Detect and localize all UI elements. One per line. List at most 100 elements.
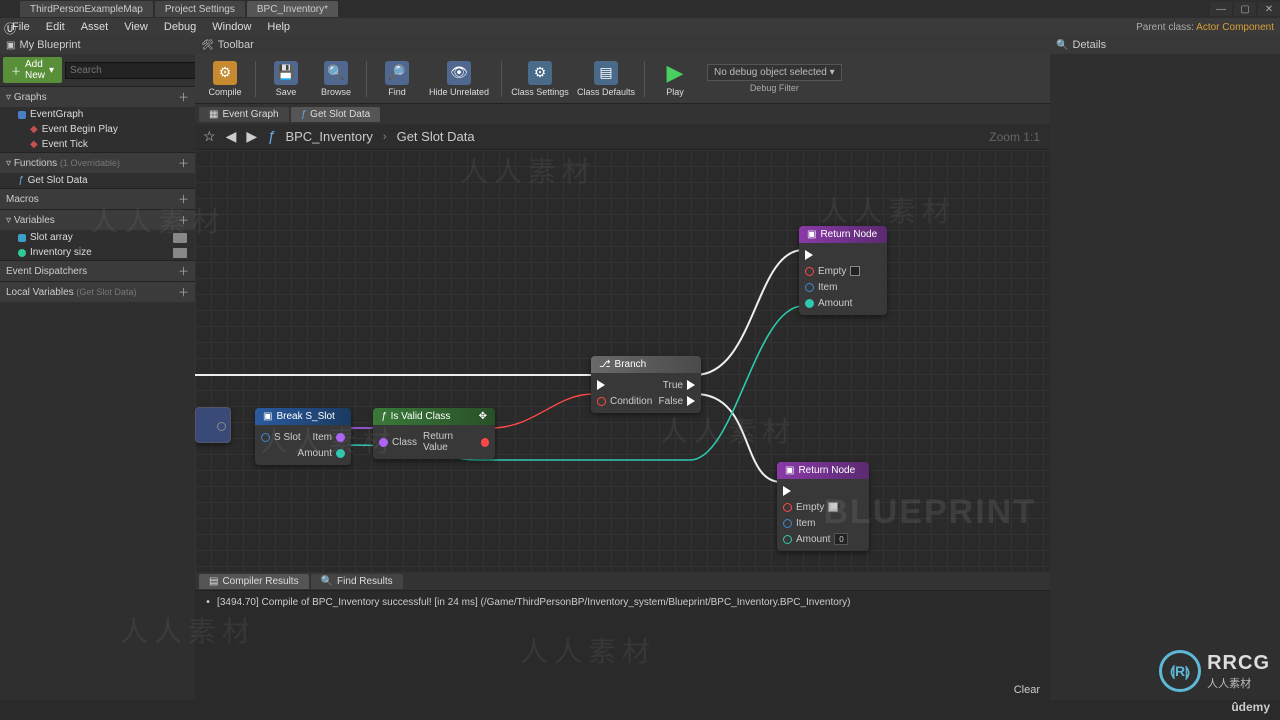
chevron-right-icon: › xyxy=(383,131,387,143)
section-variables[interactable]: ▿ Variables＋ xyxy=(0,209,195,230)
section-functions[interactable]: ▿ Functions (1 Overridable)＋ xyxy=(0,152,195,173)
find-button[interactable]: 🔎Find xyxy=(373,56,421,102)
item-event-tick[interactable]: ◆Event Tick xyxy=(0,137,195,152)
pin-in-condition[interactable] xyxy=(597,397,606,406)
menu-window[interactable]: Window xyxy=(204,19,259,35)
compiler-icon: ▤ xyxy=(209,576,218,587)
pin-out-item[interactable] xyxy=(336,433,345,442)
var-inventory-size[interactable]: Inventory size xyxy=(0,245,195,260)
pin-in-amount[interactable] xyxy=(783,535,792,544)
window-minimize-button[interactable]: — xyxy=(1210,2,1232,16)
nav-back-icon[interactable]: ◀ xyxy=(226,128,237,145)
tab-map[interactable]: ThirdPersonExampleMap xyxy=(20,1,153,17)
details-title: 🔍 Details xyxy=(1050,36,1280,54)
play-button[interactable]: ▶Play xyxy=(651,56,699,102)
section-graphs[interactable]: ▿ Graphs＋ xyxy=(0,86,195,107)
hide-unrelated-button[interactable]: 👁Hide Unrelated xyxy=(423,56,495,102)
breadcrumb: ☆ ◀ ▶ ƒ BPC_Inventory › Get Slot Data Zo… xyxy=(195,124,1050,150)
node-branch[interactable]: ⎇Branch True Condition False xyxy=(591,356,701,413)
pin-in-sslot[interactable] xyxy=(261,433,270,442)
section-macros[interactable]: Macros＋ xyxy=(0,188,195,209)
menubar: File Edit Asset View Debug Window Help P… xyxy=(0,18,1280,36)
add-graph-icon[interactable]: ＋ xyxy=(178,89,189,105)
my-blueprint-panel: ▣ My Blueprint ＋ Add New ▾ 🔍 ⚙ ▿ Graphs＋… xyxy=(0,36,195,700)
empty-checkbox-checked[interactable]: ✓ xyxy=(828,502,838,512)
menu-view[interactable]: View xyxy=(116,19,156,35)
browse-button[interactable]: 🔍Browse xyxy=(312,56,360,102)
menu-debug[interactable]: Debug xyxy=(156,19,204,35)
pin-in-empty[interactable] xyxy=(783,503,792,512)
graph-tab-eventgraph[interactable]: ▦Event Graph xyxy=(199,107,289,122)
search-input[interactable] xyxy=(65,62,207,79)
add-local-var-icon[interactable]: ＋ xyxy=(178,284,189,300)
pin-exec-true[interactable] xyxy=(687,380,695,390)
menu-asset[interactable]: Asset xyxy=(73,19,117,35)
tab-compiler-results[interactable]: ▤Compiler Results xyxy=(199,574,309,589)
node-entry-partial[interactable] xyxy=(195,407,231,443)
pin-exec-in[interactable] xyxy=(783,486,791,496)
class-defaults-button[interactable]: ▤Class Defaults xyxy=(574,56,638,102)
item-get-slot-data[interactable]: ƒGet Slot Data xyxy=(0,173,195,188)
pin-in-item[interactable] xyxy=(805,283,814,292)
graph-canvas[interactable]: ▣Break S_Slot S Slot Item Amount ƒIs Val… xyxy=(195,150,1050,572)
node-break-s-slot[interactable]: ▣Break S_Slot S Slot Item Amount xyxy=(255,408,351,465)
graph-tabs: ▦Event Graph ƒGet Slot Data xyxy=(195,104,1050,124)
section-local-vars[interactable]: Local Variables (Get Slot Data)＋ xyxy=(0,281,195,302)
add-macro-icon[interactable]: ＋ xyxy=(178,191,189,207)
amount-value-input[interactable]: 0 xyxy=(834,533,848,545)
var-visibility-toggle[interactable] xyxy=(173,248,187,258)
tab-project-settings[interactable]: Project Settings xyxy=(155,1,245,17)
add-new-button[interactable]: ＋ Add New ▾ xyxy=(3,57,62,83)
pin-in-amount[interactable] xyxy=(805,299,814,308)
pin-in-empty[interactable] xyxy=(805,267,814,276)
zoom-indicator: Zoom 1:1 xyxy=(989,130,1040,144)
node-is-valid-class[interactable]: ƒIs Valid Class✥ Class Return Value xyxy=(373,408,495,459)
pin-out-amount[interactable] xyxy=(336,449,345,458)
clear-button[interactable]: Clear xyxy=(1014,684,1040,696)
pin-exec-in[interactable] xyxy=(597,380,605,390)
compiler-results-panel: • [3494.70] Compile of BPC_Inventory suc… xyxy=(195,590,1050,700)
add-dispatcher-icon[interactable]: ＋ xyxy=(178,263,189,279)
debug-filter-label: Debug Filter xyxy=(707,83,842,93)
save-button[interactable]: 💾Save xyxy=(262,56,310,102)
pin-in-class[interactable] xyxy=(379,438,388,447)
var-slot-array[interactable]: Slot array xyxy=(0,230,195,245)
pin-in-item[interactable] xyxy=(783,519,792,528)
compiler-log: • [3494.70] Compile of BPC_Inventory suc… xyxy=(195,591,1050,680)
compile-button[interactable]: ⚙Compile xyxy=(201,56,249,102)
nav-forward-icon[interactable]: ▶ xyxy=(246,128,257,145)
var-visibility-toggle[interactable] xyxy=(173,233,187,243)
node-return-2[interactable]: ▣Return Node Empty✓ Item Amount0 xyxy=(777,462,869,551)
pin-out-return[interactable] xyxy=(481,438,490,447)
add-function-icon[interactable]: ＋ xyxy=(178,155,189,171)
chevron-down-icon: ▾ xyxy=(49,65,54,76)
debug-object-select[interactable]: No debug object selected ▾ xyxy=(707,64,842,81)
tab-find-results[interactable]: 🔍Find Results xyxy=(311,574,403,589)
class-settings-button[interactable]: ⚙Class Settings xyxy=(508,56,572,102)
pin-exec-false[interactable] xyxy=(687,396,695,406)
return-icon: ▣ xyxy=(785,465,794,476)
pin-exec-in[interactable] xyxy=(805,250,813,260)
menu-help[interactable]: Help xyxy=(259,19,298,35)
blueprint-icon: ▣ xyxy=(6,40,15,51)
section-dispatchers[interactable]: Event Dispatchers＋ xyxy=(0,260,195,281)
window-close-button[interactable]: ✕ xyxy=(1258,2,1280,16)
node-return-1[interactable]: ▣Return Node Empty Item Amount xyxy=(799,226,887,315)
empty-checkbox[interactable] xyxy=(850,266,860,276)
move-icon[interactable]: ✥ xyxy=(479,411,487,422)
graph-tab-get-slot-data[interactable]: ƒGet Slot Data xyxy=(291,107,381,122)
item-event-begin-play[interactable]: ◆Event Begin Play xyxy=(0,122,195,137)
center-panel: 🛠 Toolbar ⚙Compile 💾Save 🔍Browse 🔎Find 👁… xyxy=(195,36,1050,700)
favorite-star-icon[interactable]: ☆ xyxy=(203,128,216,145)
menu-edit[interactable]: Edit xyxy=(38,19,73,35)
add-variable-icon[interactable]: ＋ xyxy=(178,212,189,228)
tab-bpc-inventory[interactable]: BPC_Inventory* xyxy=(247,1,338,17)
breadcrumb-root[interactable]: BPC_Inventory xyxy=(285,129,372,144)
details-icon: 🔍 xyxy=(1056,40,1068,51)
pin-exec-out[interactable] xyxy=(217,422,226,431)
toolbar-icon: 🛠 xyxy=(201,40,214,51)
parent-class-link[interactable]: Actor Component xyxy=(1196,22,1274,33)
breadcrumb-leaf[interactable]: Get Slot Data xyxy=(397,129,475,144)
window-maximize-button[interactable]: ▢ xyxy=(1234,2,1256,16)
item-eventgraph[interactable]: EventGraph xyxy=(0,107,195,122)
